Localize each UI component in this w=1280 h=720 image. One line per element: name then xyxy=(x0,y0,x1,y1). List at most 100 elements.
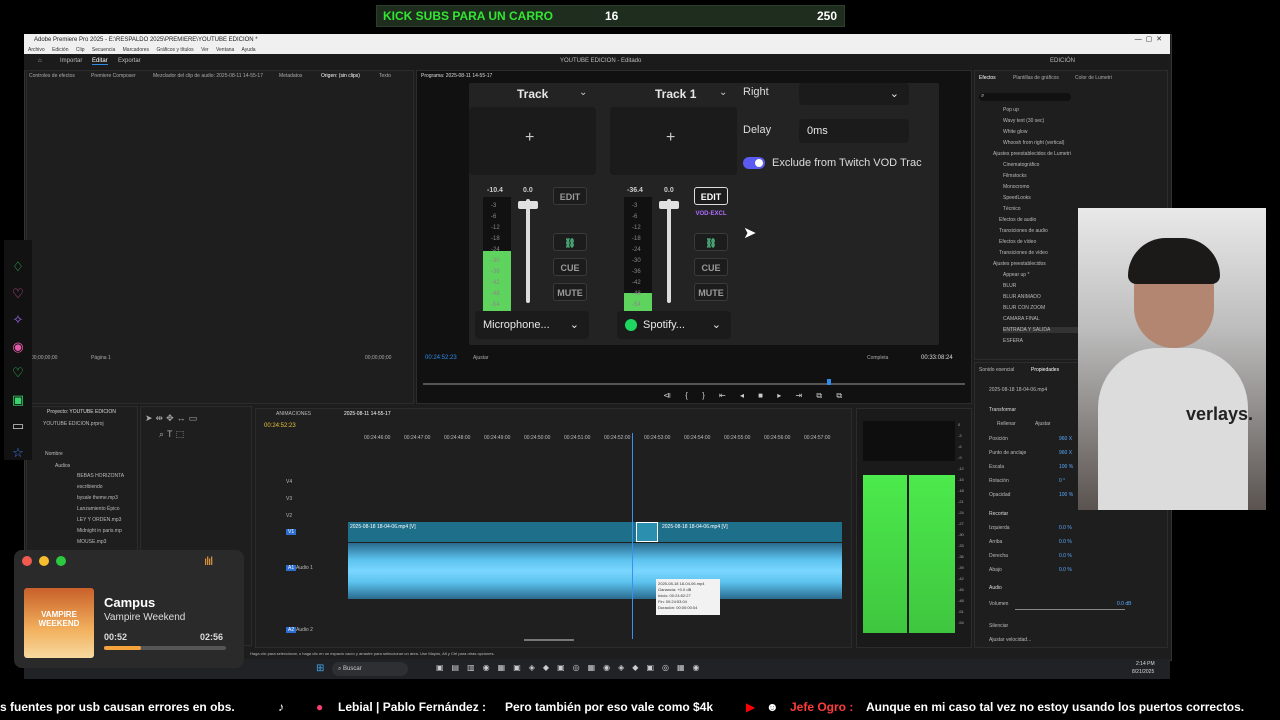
windows-start-icon[interactable]: ⊞ xyxy=(316,663,324,674)
tools-icons-row2[interactable]: ⌕T⬚ xyxy=(159,429,187,440)
project-item[interactable]: Lanzamiento Épico xyxy=(77,506,120,512)
workspace-name[interactable]: EDICIÓN xyxy=(1050,58,1075,64)
project-item[interactable]: escribiendo xyxy=(77,484,103,490)
project-item[interactable]: MOUSE.mp3 xyxy=(77,539,106,545)
timeline-scrollbar[interactable] xyxy=(524,639,574,641)
timeline-tab-sequence[interactable]: 2025-08-11 14-55-17 xyxy=(344,411,391,417)
volume-value[interactable]: 0.0 dB xyxy=(1117,601,1131,607)
track-a-fader-track[interactable] xyxy=(526,199,530,303)
effect-item-selected[interactable]: ENTRADA Y SALIDA xyxy=(1003,327,1081,333)
tab-audio-clip-mixer[interactable]: Mezclador del clip de audio: 2025-08-11 … xyxy=(153,73,263,79)
menu-ventana[interactable]: Ventana xyxy=(216,47,234,53)
track-b-link-icon[interactable]: ⛓ xyxy=(694,233,728,251)
tab-editar[interactable]: Editar xyxy=(92,58,108,65)
effect-item[interactable]: Wavy text (30 sec) xyxy=(1003,118,1044,124)
timeline-playhead[interactable] xyxy=(632,433,633,639)
project-item[interactable]: bysale theme.mp3 xyxy=(77,495,118,501)
section-audio[interactable]: Audio xyxy=(989,585,1002,591)
silence-checkbox[interactable]: Silenciar xyxy=(989,623,1008,629)
effect-folder[interactable]: Transiciones de audio xyxy=(999,228,1048,234)
maximize-dot[interactable] xyxy=(56,556,66,566)
section-transform[interactable]: Transformar xyxy=(989,407,1016,413)
project-item[interactable]: Midnight in paris.mp xyxy=(77,528,122,534)
window-controls[interactable]: — ▢ ✕ xyxy=(1135,34,1162,46)
track-a-link-icon[interactable]: ⛓ xyxy=(553,233,587,251)
menu-marcadores[interactable]: Marcadores xyxy=(123,47,149,53)
audio-clip-waveform[interactable] xyxy=(348,543,842,599)
prop-value[interactable]: 960 X xyxy=(1059,450,1072,456)
tab-sonido-esencial[interactable]: Sonido esencial xyxy=(979,367,1014,373)
video-clip[interactable]: 2025-08-18 18-04-06.mp4 [V] xyxy=(658,522,842,542)
effect-folder[interactable]: Monocromo xyxy=(1003,184,1029,190)
tab-propiedades[interactable]: Propiedades xyxy=(1031,367,1059,373)
menu-secuencia[interactable]: Secuencia xyxy=(92,47,115,53)
chevron-down-icon[interactable]: ⌄ xyxy=(579,87,587,98)
effect-item[interactable]: Whoosh from right (vertical) xyxy=(1003,140,1064,146)
effect-item[interactable]: Pop up xyxy=(1003,107,1019,113)
effect-item[interactable]: BLUR ANIMADO xyxy=(1003,294,1041,300)
tools-icons[interactable]: ➤⇹✥↔▭ xyxy=(145,413,200,424)
exclude-vod-toggle[interactable] xyxy=(743,157,765,169)
menu-edicion[interactable]: Edición xyxy=(52,47,68,53)
track-a-source-select[interactable]: Microphone... ⌄ xyxy=(475,311,589,339)
program-quality-select[interactable]: Completa xyxy=(867,355,888,361)
track-b-edit-button[interactable]: EDIT xyxy=(694,187,728,205)
effect-folder[interactable]: Técnico xyxy=(1003,206,1021,212)
track-a-add[interactable]: + xyxy=(469,107,596,175)
video-clip[interactable]: 2025-08-18 18-04-06.mp4 [V] xyxy=(348,522,636,542)
effect-folder[interactable]: SpeedLooks xyxy=(1003,195,1031,201)
menu-clip[interactable]: Clip xyxy=(76,47,85,53)
fill-button[interactable]: Rellenar xyxy=(997,421,1016,427)
tab-metadata[interactable]: Metadatos xyxy=(279,73,302,79)
track-v2[interactable]: V2 xyxy=(286,513,292,519)
effect-item[interactable]: BLUR CON ZOOM xyxy=(1003,305,1045,311)
tab-plantillas[interactable]: Plantillas de gráficos xyxy=(1013,75,1059,81)
track-a2[interactable]: A2 xyxy=(286,627,297,633)
effect-folder[interactable]: Filmstocks xyxy=(1003,173,1027,179)
track-a-fader-knob[interactable] xyxy=(518,201,538,209)
prop-value[interactable]: 100 % xyxy=(1059,492,1073,498)
source-page-select[interactable]: Página 1 xyxy=(91,355,111,361)
track-b-fader-knob[interactable] xyxy=(659,201,679,209)
effect-folder[interactable]: Efectos de audio xyxy=(999,217,1036,223)
track-b-source-select[interactable]: Spotify... ⌄ xyxy=(617,311,731,339)
track-v4[interactable]: V4 xyxy=(286,479,292,485)
song-progress-bar[interactable] xyxy=(104,646,226,650)
chevron-down-icon[interactable]: ⌄ xyxy=(719,87,727,98)
menu-ver[interactable]: Ver xyxy=(201,47,209,53)
taskbar-app-icons[interactable]: ▣▤▥◉▦▣◈◆▣◎▦◉◈◆▣◎▦◉ xyxy=(436,663,708,672)
section-crop[interactable]: Recortar xyxy=(989,511,1008,517)
track-v3[interactable]: V3 xyxy=(286,496,292,502)
tab-importar[interactable]: Importar xyxy=(60,58,82,64)
project-item[interactable]: BEBAS HORIZONTA xyxy=(77,473,124,479)
effect-folder[interactable]: Ajustes preestablecidos de Lumetri xyxy=(993,151,1071,157)
transport-controls[interactable]: ⧏ { } ⇤ ◂ ■ ▸ ⇥ ⧉ ⧉ xyxy=(663,391,848,401)
tab-source[interactable]: Origen: (sin clips) xyxy=(321,73,360,79)
track-a-cue-button[interactable]: CUE xyxy=(553,258,587,276)
crop-value[interactable]: 0.0 % xyxy=(1059,567,1072,573)
track-b-cue-button[interactable]: CUE xyxy=(694,258,728,276)
prop-value[interactable]: 960 X xyxy=(1059,436,1072,442)
track-b-fader-track[interactable] xyxy=(667,199,671,303)
close-dot[interactable] xyxy=(22,556,32,566)
effect-item[interactable]: ESFERA xyxy=(1003,338,1023,344)
effect-folder[interactable]: Efectos de vídeo xyxy=(999,239,1036,245)
taskbar-search[interactable]: ⌕ Buscar xyxy=(332,662,408,676)
minimize-dot[interactable] xyxy=(39,556,49,566)
tab-efectos[interactable]: Efectos xyxy=(979,75,996,81)
volume-slider[interactable] xyxy=(1015,609,1125,610)
effect-folder[interactable]: Cinematográfico xyxy=(1003,162,1039,168)
effect-folder[interactable]: Transiciones de vídeo xyxy=(999,250,1048,256)
project-item[interactable]: LEY Y ORDEN.mp3 xyxy=(77,517,121,523)
effect-item[interactable]: White glow xyxy=(1003,129,1027,135)
fit-button[interactable]: Ajustar xyxy=(1035,421,1051,427)
tab-lumetri[interactable]: Color de Lumetri xyxy=(1075,75,1112,81)
effect-item[interactable]: BLUR xyxy=(1003,283,1016,289)
track-a1[interactable]: A1 xyxy=(286,565,297,571)
right-channel-select[interactable]: ⌄ xyxy=(799,83,909,105)
speed-button[interactable]: Ajustar velocidad... xyxy=(989,637,1031,643)
timeline-tab-animaciones[interactable]: ANIMACIONES xyxy=(276,411,311,417)
tab-exportar[interactable]: Exportar xyxy=(118,58,141,64)
effect-folder[interactable]: Ajustes preestablecidos xyxy=(993,261,1046,267)
track-b-add[interactable]: + xyxy=(610,107,737,175)
